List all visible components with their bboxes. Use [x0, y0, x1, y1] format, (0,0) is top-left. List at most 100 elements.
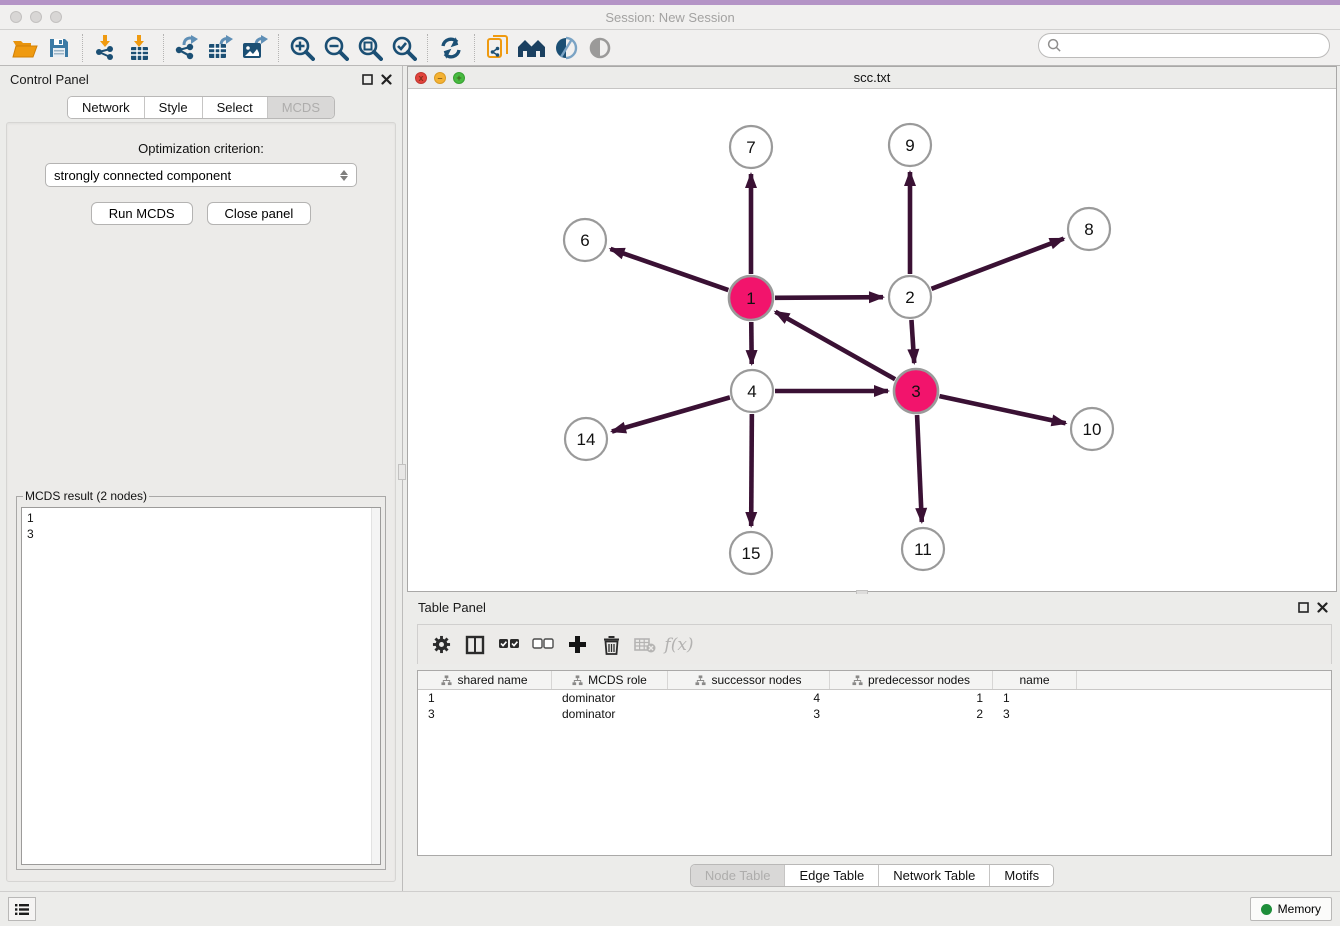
graph-edge-4-14[interactable]	[612, 397, 730, 431]
toolbar-separator	[163, 34, 164, 62]
graph-node-15[interactable]: 15	[730, 532, 772, 574]
graph-edge-3-1[interactable]	[775, 312, 895, 379]
status-bar: Memory	[0, 891, 1340, 926]
table-header-row: shared nameMCDS rolesuccessor nodes prede…	[418, 671, 1331, 690]
network-view-window: x – + scc.txt 7 9 6 8 1 2 4 3 14 10 15 11	[407, 66, 1337, 592]
tab-edge-table[interactable]: Edge Table	[784, 865, 878, 886]
control-panel-tabs: NetworkStyleSelectMCDS	[0, 96, 402, 119]
gear-icon[interactable]	[426, 631, 456, 659]
close-table-panel-icon[interactable]	[1317, 602, 1328, 613]
toolbar-separator	[474, 34, 475, 62]
zoom-fit-icon[interactable]	[353, 33, 387, 63]
close-panel-icon[interactable]	[381, 74, 392, 85]
tab-style[interactable]: Style	[144, 97, 202, 118]
graph-node-6[interactable]: 6	[564, 219, 606, 261]
result-scrollbar[interactable]	[371, 508, 380, 864]
tab-network-table[interactable]: Network Table	[878, 865, 989, 886]
toolbar-separator	[427, 34, 428, 62]
birdseye-icon[interactable]	[583, 33, 617, 63]
zoom-out-icon[interactable]	[319, 33, 353, 63]
graph-node-2[interactable]: 2	[889, 276, 931, 318]
column-header-name[interactable]: name	[993, 671, 1077, 689]
column-header-MCDS-role[interactable]: MCDS role	[552, 671, 668, 689]
clone-network-icon[interactable]	[481, 33, 515, 63]
deselect-all-icon[interactable]	[528, 631, 558, 659]
export-network-icon[interactable]	[170, 33, 204, 63]
graph-edge-1-2[interactable]	[775, 297, 883, 298]
export-table-icon[interactable]	[204, 33, 238, 63]
table-cell[interactable]: 1	[993, 690, 1077, 706]
table-cell[interactable]: 3	[993, 706, 1077, 722]
table-panel-header: Table Panel	[404, 594, 1340, 620]
table-cell[interactable]: 3	[418, 706, 552, 722]
column-header-successor-nodes[interactable]: successor nodes	[668, 671, 830, 689]
float-table-panel-icon[interactable]	[1298, 602, 1309, 613]
hierarchy-icon	[572, 675, 583, 686]
graph-node-11[interactable]: 11	[902, 528, 944, 570]
column-header-shared-name[interactable]: shared name	[418, 671, 552, 689]
table-cell[interactable]: dominator	[552, 706, 668, 722]
float-panel-icon[interactable]	[362, 74, 373, 85]
graph-edge-4-15[interactable]	[751, 414, 752, 526]
import-table-icon[interactable]	[123, 33, 157, 63]
table-cell[interactable]: 3	[668, 706, 830, 722]
save-session-icon[interactable]	[42, 33, 76, 63]
function-builder-icon[interactable]: f(x)	[664, 631, 694, 659]
zoom-in-icon[interactable]	[285, 33, 319, 63]
graph-node-14[interactable]: 14	[565, 418, 607, 460]
main-titlebar[interactable]: Session: New Session	[0, 5, 1340, 30]
table-row[interactable]: 3dominator323	[418, 706, 1331, 722]
graph-node-10[interactable]: 10	[1071, 408, 1113, 450]
graph-node-4[interactable]: 4	[731, 370, 773, 412]
home-neighbors-icon[interactable]	[515, 33, 549, 63]
zoom-selected-icon[interactable]	[387, 33, 421, 63]
search-field[interactable]	[1038, 33, 1330, 58]
criterion-value: strongly connected component	[54, 168, 231, 183]
graph-edge-3-11[interactable]	[917, 415, 922, 522]
criterion-select[interactable]: strongly connected component	[45, 163, 357, 187]
graph-node-1[interactable]: 1	[729, 276, 773, 320]
network-window-titlebar[interactable]: x – + scc.txt	[408, 67, 1336, 89]
columns-icon[interactable]	[460, 631, 490, 659]
graph-edge-3-10[interactable]	[939, 396, 1065, 423]
graph-node-9[interactable]: 9	[889, 124, 931, 166]
graph-edge-2-3[interactable]	[911, 320, 914, 363]
tab-select[interactable]: Select	[202, 97, 267, 118]
close-panel-button[interactable]: Close panel	[207, 202, 312, 225]
graph-edge-1-6[interactable]	[610, 249, 728, 290]
node-table[interactable]: shared nameMCDS rolesuccessor nodes prede…	[417, 670, 1332, 856]
open-file-icon[interactable]	[8, 33, 42, 63]
table-cell[interactable]: dominator	[552, 690, 668, 706]
tab-motifs[interactable]: Motifs	[989, 865, 1053, 886]
mcds-result-text[interactable]: 13	[21, 507, 381, 865]
select-all-icon[interactable]	[494, 631, 524, 659]
table-row[interactable]: 1dominator411	[418, 690, 1331, 706]
table-cell[interactable]: 1	[418, 690, 552, 706]
table-cell[interactable]: 1	[830, 690, 993, 706]
import-network-icon[interactable]	[89, 33, 123, 63]
graph-edge-2-8[interactable]	[932, 239, 1064, 289]
search-input[interactable]	[1066, 36, 1329, 56]
add-icon[interactable]	[562, 631, 592, 659]
tab-node-table[interactable]: Node Table	[691, 865, 785, 886]
table-cell[interactable]: 4	[668, 690, 830, 706]
tab-network[interactable]: Network	[68, 97, 144, 118]
task-history-button[interactable]	[8, 897, 36, 921]
vizmapper-icon[interactable]	[549, 33, 583, 63]
column-header-label: predecessor nodes	[868, 673, 970, 687]
memory-button[interactable]: Memory	[1250, 897, 1332, 921]
graph-node-3[interactable]: 3	[894, 369, 938, 413]
vertical-splitter-handle[interactable]	[398, 464, 406, 480]
tab-mcds[interactable]: MCDS	[267, 97, 334, 118]
graph-node-7[interactable]: 7	[730, 126, 772, 168]
column-header-predecessor-nodes[interactable]: predecessor nodes	[830, 671, 993, 689]
refresh-layout-icon[interactable]	[434, 33, 468, 63]
network-canvas-svg[interactable]: 7 9 6 8 1 2 4 3 14 10 15 11	[408, 89, 1336, 591]
table-cell[interactable]: 2	[830, 706, 993, 722]
table-toolbar: f(x)	[417, 624, 1332, 664]
graph-node-8[interactable]: 8	[1068, 208, 1110, 250]
delete-column-icon[interactable]	[630, 631, 660, 659]
export-image-icon[interactable]	[238, 33, 272, 63]
delete-icon[interactable]	[596, 631, 626, 659]
run-mcds-button[interactable]: Run MCDS	[91, 202, 193, 225]
